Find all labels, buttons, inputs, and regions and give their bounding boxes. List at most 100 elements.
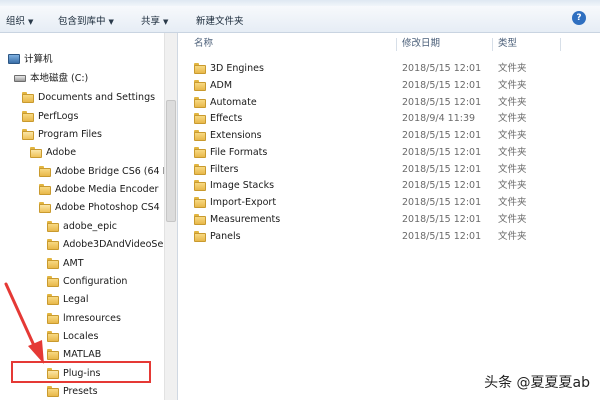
tree-item-label: 计算机 [24,54,53,65]
folder-icon [47,239,59,250]
file-row[interactable]: Import-Export 2018/5/15 12:01 文件夹 [190,194,590,211]
file-date: 2018/9/4 11:39 [402,113,476,124]
watermark: 头条 @夏夏夏ab [484,375,590,391]
file-date: 2018/5/15 12:01 [402,80,482,91]
folder-icon [22,111,34,122]
tree-item-label: adobe_epic [63,221,118,232]
folder-open-icon [39,202,51,213]
tree-item-label: Configuration [63,276,128,287]
file-row[interactable]: Effects 2018/9/4 11:39 文件夹 [190,110,590,127]
file-date: 2018/5/15 12:01 [402,180,482,191]
folder-icon [194,180,206,191]
file-date: 2018/5/15 12:01 [402,63,482,74]
tree-item-label: Adobe3DAndVideoSe [63,239,164,250]
file-date: 2018/5/15 12:01 [402,164,482,175]
tree-item-label: Legal [63,294,89,305]
file-type: 文件夹 [498,113,527,124]
folder-open-icon [22,129,34,140]
folder-icon [194,113,206,124]
tree-item-label: AMT [63,258,84,269]
file-type: 文件夹 [498,180,527,191]
column-header-type[interactable]: 类型 [498,33,517,55]
file-name: File Formats [210,147,268,158]
share-menu[interactable]: 共享 ▼ [141,13,168,27]
file-date: 2018/5/15 12:01 [402,197,482,208]
column-separator[interactable] [560,38,561,51]
tree-item-label: 本地磁盘 (C:) [30,73,89,84]
folder-icon [22,92,34,103]
file-type: 文件夹 [498,97,527,108]
folder-icon [194,164,206,175]
folder-icon [194,147,206,158]
column-header-date[interactable]: 修改日期 [402,33,440,55]
tree-item-label: Adobe Media Encoder [55,184,159,195]
navigation-scrollbar-thumb[interactable] [166,100,176,222]
column-header-name[interactable]: 名称 [194,33,213,55]
tree-item-label: Locales [63,331,99,342]
folder-icon [194,130,206,141]
drive-icon [14,75,26,82]
file-date: 2018/5/15 12:01 [402,214,482,225]
tree-item-label: Documents and Settings [38,92,156,103]
tree-item-label: lmresources [63,313,121,324]
folder-icon [47,386,59,397]
file-row[interactable]: Automate 2018/5/15 12:01 文件夹 [190,94,590,111]
file-type: 文件夹 [498,231,527,242]
tree-item-label: PerfLogs [38,111,79,122]
file-date: 2018/5/15 12:01 [402,231,482,242]
file-date: 2018/5/15 12:01 [402,147,482,158]
pane-divider[interactable] [177,33,178,400]
folder-icon [194,80,206,91]
file-type: 文件夹 [498,63,527,74]
file-row[interactable]: Extensions 2018/5/15 12:01 文件夹 [190,127,590,144]
folder-icon [194,197,206,208]
file-date: 2018/5/15 12:01 [402,97,482,108]
column-separator[interactable] [396,38,397,51]
file-row[interactable]: File Formats 2018/5/15 12:01 文件夹 [190,144,590,161]
file-name: Panels [210,231,241,242]
chevron-down-icon: ▼ [108,18,114,26]
file-row[interactable]: Panels 2018/5/15 12:01 文件夹 [190,228,590,245]
tree-item-label: Presets [63,386,98,397]
folder-open-icon [30,147,42,158]
file-row[interactable]: Image Stacks 2018/5/15 12:01 文件夹 [190,177,590,194]
organize-menu[interactable]: 组织 ▼ [6,13,33,27]
file-name: Measurements [210,214,281,225]
file-type: 文件夹 [498,147,527,158]
tree-item-label: Adobe [46,147,77,158]
help-icon[interactable]: ? [572,11,586,25]
file-name: Import-Export [210,197,277,208]
file-row[interactable]: 3D Engines 2018/5/15 12:01 文件夹 [190,60,590,77]
file-date: 2018/5/15 12:01 [402,130,482,141]
file-name: ADM [210,80,233,91]
command-bar: 组织 ▼ 包含到库中 ▼ 共享 ▼ 新建文件夹 ? [0,6,600,33]
folder-icon [39,166,51,177]
file-type: 文件夹 [498,197,527,208]
file-name: Extensions [210,130,262,141]
file-row[interactable]: ADM 2018/5/15 12:01 文件夹 [190,77,590,94]
tree-item-label: Program Files [38,129,102,140]
chevron-down-icon: ▼ [163,18,169,26]
file-name: 3D Engines [210,63,264,74]
new-folder-button[interactable]: 新建文件夹 [196,13,244,27]
folder-icon [194,214,206,225]
folder-icon [194,63,206,74]
organize-label: 组织 [6,16,26,27]
file-type: 文件夹 [498,214,527,225]
include-library-label: 包含到库中 [58,16,106,27]
file-row[interactable]: Filters 2018/5/15 12:01 文件夹 [190,161,590,178]
red-arrow-icon [4,282,44,364]
tree-item-label: Adobe Bridge CS6 (64 Bit) [55,166,164,177]
chevron-down-icon: ▼ [28,18,34,26]
file-type: 文件夹 [498,164,527,175]
computer-icon [8,54,20,64]
folder-icon [194,231,206,242]
include-in-library-menu[interactable]: 包含到库中 ▼ [58,13,114,27]
file-name: Automate [210,97,257,108]
share-label: 共享 [141,16,161,27]
column-separator[interactable] [492,38,493,51]
folder-icon [47,258,59,269]
file-type: 文件夹 [498,80,527,91]
folder-icon [47,221,59,232]
file-row[interactable]: Measurements 2018/5/15 12:01 文件夹 [190,211,590,228]
